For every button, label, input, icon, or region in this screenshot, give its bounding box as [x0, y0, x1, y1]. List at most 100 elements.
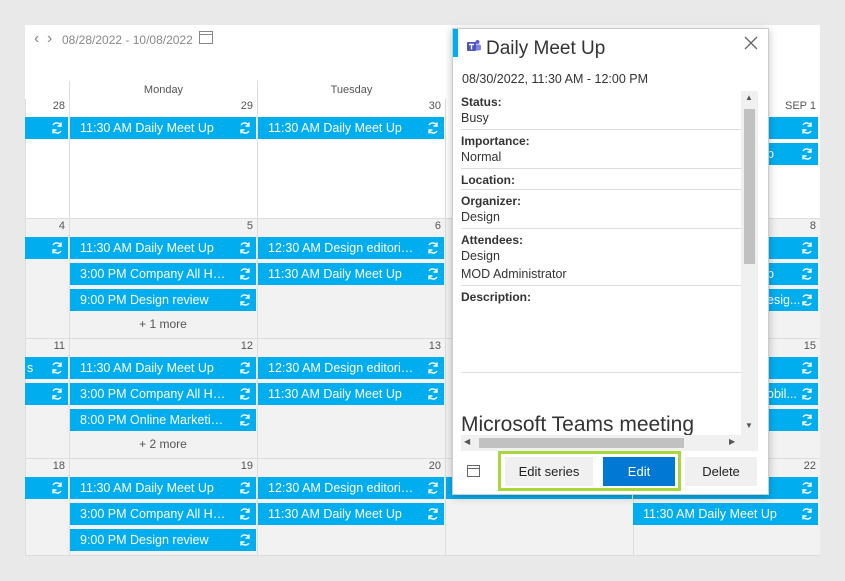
event-chip[interactable]: obil... [767, 383, 818, 405]
recurrence-icon [428, 388, 438, 400]
event-chip[interactable]: 8:00 PM Online Marketing Review [70, 409, 256, 431]
event-chip[interactable]: 9:00 PM Design review [70, 289, 256, 311]
teams-meeting-heading: Microsoft Teams meeting [461, 413, 695, 436]
event-chip[interactable]: 12:30 AM Design editorial review [258, 357, 444, 379]
recurrence-icon [52, 122, 62, 134]
day-header-monday: Monday [69, 81, 257, 99]
recurrence-icon [240, 388, 250, 400]
recurrence-icon [802, 482, 812, 494]
recurrence-icon [240, 122, 250, 134]
delete-button[interactable]: Delete [685, 457, 757, 486]
scrollbar-thumb[interactable] [479, 438, 684, 448]
recurrence-icon [428, 508, 438, 520]
event-chip[interactable]: 11:30 AM Daily Meet Up [258, 503, 444, 525]
event-title: 3:00 PM Company All Hands [80, 507, 230, 521]
event-chip[interactable] [25, 383, 68, 405]
event-chip[interactable] [25, 477, 68, 499]
recurrence-icon [240, 268, 250, 280]
organizer-value: Design [461, 210, 500, 224]
organizer-field: Organizer: Design [461, 190, 741, 229]
day-number: 13 [428, 340, 441, 352]
recurrence-icon [802, 508, 812, 520]
event-chip[interactable]: 3:00 PM Company All Hands [70, 503, 256, 525]
day-number: 4 [58, 220, 65, 232]
recurrence-icon [52, 362, 62, 374]
scroll-up-icon[interactable]: ▲ [745, 93, 753, 102]
event-chip[interactable]: 3:00 PM Company All Hands [70, 383, 256, 405]
event-chip[interactable] [25, 237, 68, 259]
event-title: 11:30 AM Daily Meet Up [80, 361, 214, 375]
event-title: esig... [767, 293, 801, 307]
event-chip[interactable]: p [767, 263, 818, 285]
event-chip[interactable] [767, 117, 818, 139]
event-chip[interactable]: 11:30 AM Daily Meet Up [70, 357, 256, 379]
event-chip[interactable]: 11:30 AM Daily Meet Up [258, 383, 444, 405]
event-title: 12:30 AM Design editorial review [268, 361, 418, 375]
day-number: 29 [240, 100, 253, 112]
calendar-icon[interactable] [199, 31, 213, 44]
event-chip[interactable]: 11:30 AM Daily Meet Up [258, 263, 444, 285]
day-number: 19 [240, 460, 253, 472]
event-chip[interactable]: 11:30 AM Daily Meet Up [70, 477, 256, 499]
more-events-link[interactable]: + 1 more [70, 317, 256, 331]
scroll-left-icon[interactable]: ◀ [464, 437, 470, 446]
description-field: Description: [461, 286, 741, 373]
popup-accent-bar [453, 29, 458, 57]
recurrence-icon [52, 482, 62, 494]
event-details-popup: Daily Meet Up 08/30/2022, 11:30 AM - 12:… [452, 28, 769, 495]
event-title: 11:30 AM Daily Meet Up [643, 507, 777, 521]
status-value: Busy [461, 111, 489, 125]
day-number: 30 [428, 100, 441, 112]
event-chip[interactable]: 12:30 AM Design editorial review [258, 237, 444, 259]
recurrence-icon [428, 268, 438, 280]
event-chip[interactable]: s [25, 357, 68, 379]
edit-series-button[interactable]: Edit series [505, 457, 593, 486]
scroll-down-icon[interactable]: ▼ [745, 421, 753, 430]
day-number: 5 [246, 220, 253, 232]
recurrence-icon [802, 122, 812, 134]
event-chip[interactable]: esig... [767, 289, 818, 311]
day-cell[interactable]: 18 [25, 459, 69, 556]
event-chip[interactable]: 11:30 AM Daily Meet Up [633, 503, 818, 525]
day-number: 22 [803, 460, 816, 472]
event-title: 11:30 AM Daily Meet Up [268, 387, 402, 401]
event-title: 11:30 AM Daily Meet Up [268, 267, 402, 281]
day-number: SEP 1 [785, 100, 816, 112]
event-chip[interactable]: 3:00 PM Company All Hands [70, 263, 256, 285]
event-chip[interactable]: p [767, 143, 818, 165]
date-range-label[interactable]: 08/28/2022 - 10/08/2022 [62, 33, 193, 47]
event-chip[interactable] [767, 409, 818, 431]
horizontal-scrollbar[interactable]: ◀ ▶ [461, 435, 741, 451]
close-icon[interactable] [743, 35, 759, 51]
previous-arrow-icon[interactable]: ‹ [34, 31, 44, 47]
edit-button[interactable]: Edit [603, 457, 675, 486]
event-chip[interactable]: 11:30 AM Daily Meet Up [70, 117, 256, 139]
event-title: 12:30 AM Design editorial review [268, 481, 418, 495]
next-arrow-icon[interactable]: › [47, 31, 57, 47]
event-title: 11:30 AM Daily Meet Up [268, 507, 402, 521]
recurrence-icon [428, 122, 438, 134]
recurrence-icon [240, 294, 250, 306]
event-chip[interactable]: 12:30 AM Design editorial review [258, 477, 444, 499]
scroll-right-icon[interactable]: ▶ [729, 437, 735, 446]
event-chip[interactable]: 11:30 AM Daily Meet Up [70, 237, 256, 259]
event-title: 11:30 AM Daily Meet Up [80, 481, 214, 495]
event-chip[interactable] [25, 117, 68, 139]
scrollbar-thumb[interactable] [744, 109, 755, 264]
recurrence-icon [240, 414, 250, 426]
recurrence-icon [802, 242, 812, 254]
event-title: s [27, 361, 34, 375]
event-chip[interactable]: 9:00 PM Design review [70, 529, 256, 551]
event-chip[interactable] [767, 357, 818, 379]
vertical-scrollbar[interactable]: ▲ ▼ [741, 91, 758, 451]
day-number: 15 [803, 340, 816, 352]
event-time: 08/30/2022, 11:30 AM - 12:00 PM [462, 72, 649, 86]
more-events-link[interactable]: + 2 more [70, 437, 256, 451]
event-chip[interactable] [767, 237, 818, 259]
calendar-icon[interactable] [467, 465, 480, 477]
event-title: obil... [767, 387, 797, 401]
event-chip[interactable]: 11:30 AM Daily Meet Up [258, 117, 444, 139]
day-number: 20 [428, 460, 441, 472]
recurrence-icon [802, 294, 812, 306]
day-number: 18 [52, 460, 65, 472]
